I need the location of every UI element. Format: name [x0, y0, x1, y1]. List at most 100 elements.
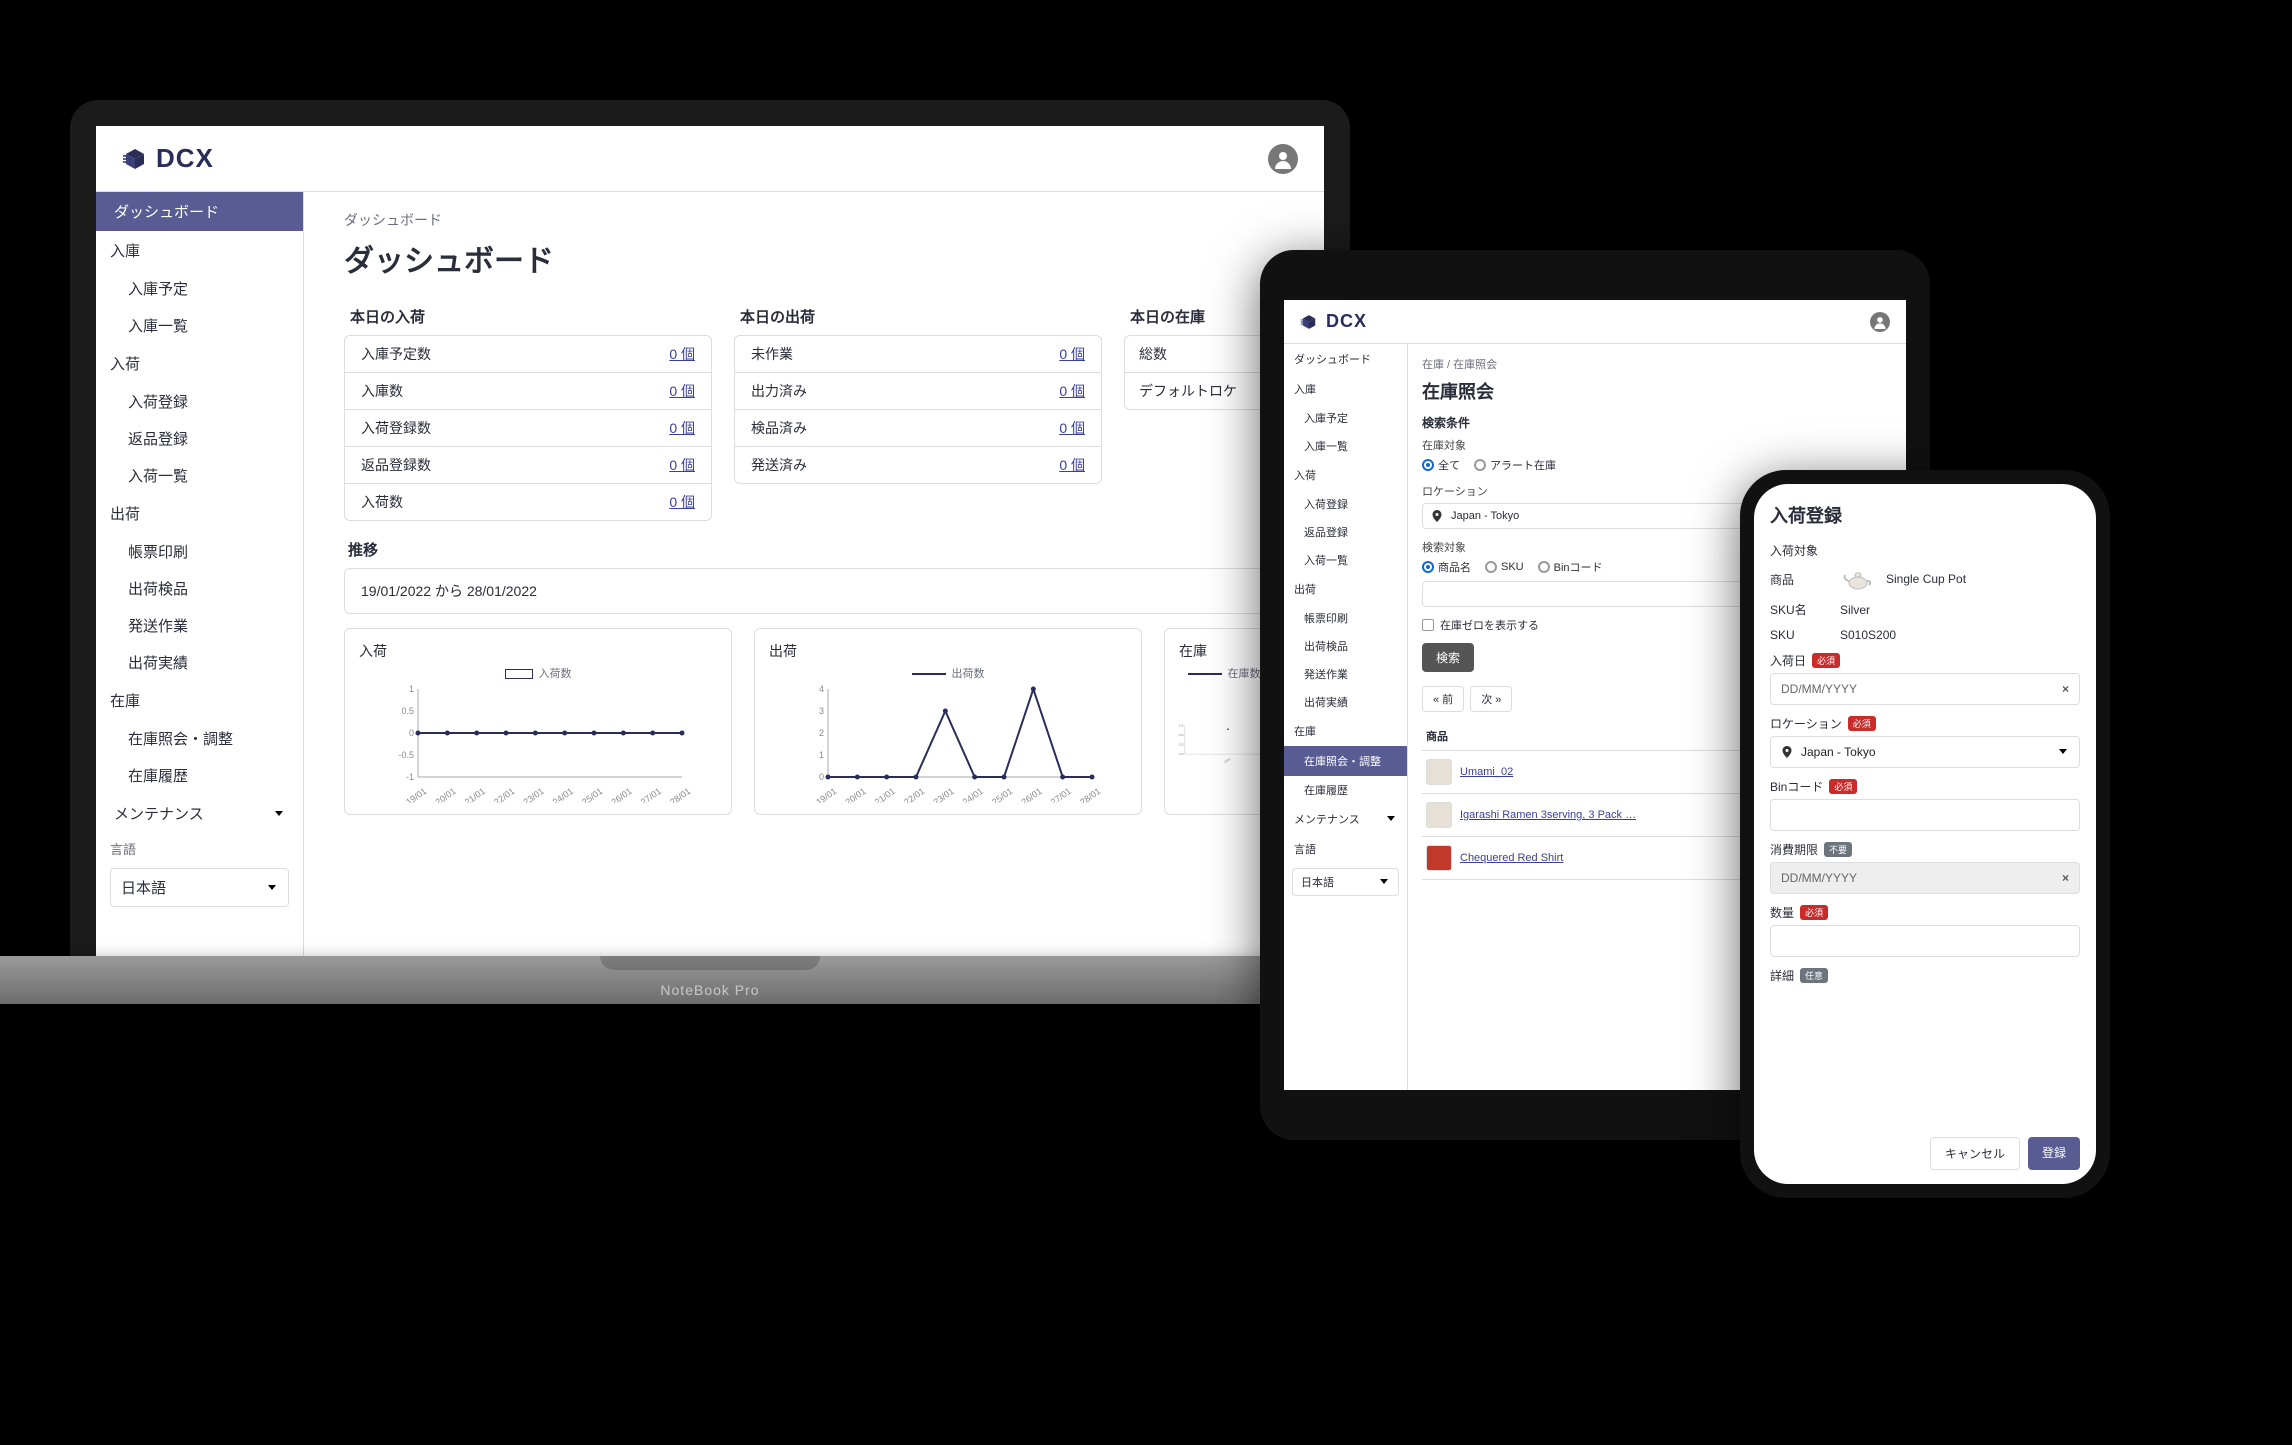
sidebar-item[interactable]: 入荷登録	[96, 383, 303, 420]
kv-value-link[interactable]: 0 個	[1059, 418, 1085, 438]
checkbox-icon	[1422, 619, 1434, 631]
sidebar-group[interactable]: 入庫	[1284, 374, 1407, 404]
svg-text:2: 2	[819, 728, 824, 738]
cancel-button[interactable]: キャンセル	[1930, 1137, 2020, 1170]
svg-text:4: 4	[819, 684, 824, 694]
kv-key: 検品済み	[751, 418, 807, 438]
radio-option[interactable]: 商品名	[1422, 559, 1471, 575]
product-link[interactable]: Igarashi Ramen 3serving, 3 Pack …	[1460, 809, 1636, 821]
kv-value-link[interactable]: 0 個	[669, 381, 695, 401]
kv-row: 返品登録数 0 個	[345, 447, 711, 484]
product-label: 商品	[1770, 571, 1826, 588]
svg-text:21/01: 21/01	[873, 786, 897, 803]
pager-next[interactable]: 次 »	[1470, 686, 1512, 712]
kv-row: 出力済み0 個	[735, 373, 1101, 410]
kv-value-link[interactable]: 0 個	[1059, 455, 1085, 475]
sidebar-item[interactable]: 発送作業	[96, 607, 303, 644]
radio-icon	[1474, 459, 1486, 471]
radio-option[interactable]: Binコード	[1538, 559, 1603, 575]
sidebar-item[interactable]: 入庫予定	[1284, 404, 1407, 432]
clear-icon[interactable]: ×	[2062, 871, 2069, 885]
kv-value-link[interactable]: 0 個	[669, 344, 695, 364]
sidebar-item[interactable]: 返品登録	[96, 420, 303, 457]
svg-text:120: 120	[1179, 752, 1184, 756]
form-footer: キャンセル 登録	[1930, 1137, 2080, 1170]
radio-icon	[1422, 459, 1434, 471]
qty-input[interactable]	[1770, 925, 2080, 957]
product-link[interactable]: Umami_02	[1460, 766, 1513, 778]
chart-title: 在庫	[1175, 639, 1273, 665]
sidebar-expand[interactable]: メンテナンス	[96, 794, 303, 833]
trend-range[interactable]: 19/01/2022 から 28/01/2022	[344, 568, 1284, 614]
submit-button[interactable]: 登録	[2028, 1137, 2080, 1170]
kv-value-link[interactable]: 0 個	[1059, 381, 1085, 401]
bin-input[interactable]	[1770, 799, 2080, 831]
date-input[interactable]: DD/MM/YYYY ×	[1770, 673, 2080, 705]
lang-select[interactable]: 日本語	[110, 868, 289, 907]
sidebar-item[interactable]: 返品登録	[1284, 518, 1407, 546]
svg-text:19/01: 19/01	[1223, 757, 1232, 765]
required-badge: 必須	[1800, 905, 1828, 920]
chart-legend: 在庫数	[1175, 665, 1273, 681]
chart-legend: 入荷数	[355, 665, 721, 681]
detail-label: 詳細	[1770, 967, 1794, 984]
kv-value-link[interactable]: 0 個	[669, 418, 695, 438]
svg-text:26/01: 26/01	[1020, 786, 1044, 803]
product-link[interactable]: Chequered Red Shirt	[1460, 852, 1563, 864]
sidebar-item[interactable]: 在庫照会・調整	[96, 720, 303, 757]
sidebar-item[interactable]: 帳票印刷	[96, 533, 303, 570]
kv-value-link[interactable]: 0 個	[669, 492, 695, 512]
sidebar-item[interactable]: 在庫履歴	[1284, 776, 1407, 804]
kv-row: 発送済み0 個	[735, 447, 1101, 483]
kv-key: 入荷登録数	[361, 418, 431, 438]
sku-name-value: Silver	[1840, 603, 1870, 617]
brand-logo[interactable]: DCX	[1300, 311, 1367, 332]
location-select[interactable]: Japan - Tokyo	[1770, 736, 2080, 768]
sidebar-group[interactable]: 入荷	[1284, 460, 1407, 490]
lang-select[interactable]: 日本語	[1292, 868, 1399, 896]
tablet-sidebar: ダッシュボード入庫入庫予定入庫一覧入荷入荷登録返品登録入荷一覧出荷帳票印刷出荷検…	[1284, 344, 1408, 1090]
sidebar-item[interactable]: 出荷実績	[1284, 688, 1407, 716]
chevron-down-icon	[2057, 746, 2069, 758]
sidebar-group[interactable]: 在庫	[1284, 716, 1407, 746]
kv-value-link[interactable]: 0 個	[1059, 344, 1085, 364]
radio-icon	[1538, 561, 1550, 573]
lang-label: 言語	[96, 833, 303, 864]
pager-prev[interactable]: « 前	[1422, 686, 1464, 712]
user-avatar[interactable]	[1870, 312, 1890, 332]
sidebar-group[interactable]: ダッシュボード	[1284, 344, 1407, 374]
kv-key: 返品登録数	[361, 455, 431, 475]
sidebar-item[interactable]: 入庫一覧	[1284, 432, 1407, 460]
sidebar-item[interactable]: 出荷検品	[1284, 632, 1407, 660]
svg-text:22/01: 22/01	[902, 786, 926, 803]
sidebar-item[interactable]: 入庫一覧	[96, 307, 303, 344]
sidebar-item[interactable]: 入庫予定	[96, 270, 303, 307]
sidebar-group[interactable]: 出荷	[1284, 574, 1407, 604]
sidebar-item[interactable]: 入荷一覧	[96, 457, 303, 494]
sidebar-expand[interactable]: メンテナンス	[1284, 804, 1407, 834]
card-title-ship: 本日の出荷	[734, 296, 1102, 335]
sidebar-item[interactable]: 在庫照会・調整	[1284, 746, 1407, 776]
svg-text:0.5: 0.5	[401, 706, 414, 716]
search-button[interactable]: 検索	[1422, 643, 1474, 672]
svg-text:27/01: 27/01	[1049, 786, 1073, 803]
radio-option[interactable]: 全て	[1422, 457, 1460, 473]
kv-value-link[interactable]: 0 個	[669, 455, 695, 475]
trend-title: 推移	[348, 539, 1284, 560]
page-title: 在庫照会	[1422, 378, 1892, 404]
clear-icon[interactable]: ×	[2062, 682, 2069, 696]
expiry-input[interactable]: DD/MM/YYYY ×	[1770, 862, 2080, 894]
svg-text:19/01: 19/01	[404, 786, 428, 803]
sidebar-item[interactable]: ダッシュボード	[96, 192, 303, 231]
sidebar-item[interactable]: 帳票印刷	[1284, 604, 1407, 632]
sidebar-item[interactable]: 出荷実績	[96, 644, 303, 681]
brand-logo[interactable]: DCX	[122, 143, 214, 174]
sidebar-item[interactable]: 入荷一覧	[1284, 546, 1407, 574]
user-avatar[interactable]	[1268, 144, 1298, 174]
sidebar-item[interactable]: 出荷検品	[96, 570, 303, 607]
sidebar-item[interactable]: 在庫履歴	[96, 757, 303, 794]
radio-option[interactable]: SKU	[1485, 561, 1524, 573]
radio-option[interactable]: アラート在庫	[1474, 457, 1556, 473]
sidebar-item[interactable]: 発送作業	[1284, 660, 1407, 688]
sidebar-item[interactable]: 入荷登録	[1284, 490, 1407, 518]
